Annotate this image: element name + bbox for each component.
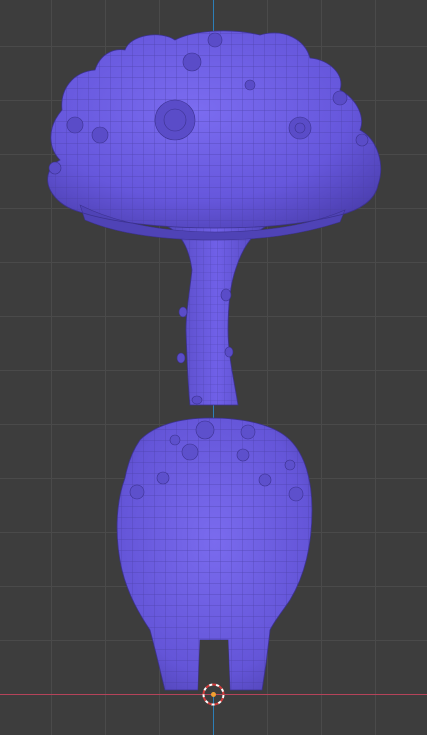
mesh-stem (164, 224, 269, 406)
mushroom-creature-mesh[interactable] (40, 25, 390, 700)
viewport-canvas[interactable] (0, 0, 427, 735)
mesh-body (116, 417, 313, 692)
3d-viewport[interactable] (0, 0, 427, 735)
mesh-cap (47, 30, 382, 241)
